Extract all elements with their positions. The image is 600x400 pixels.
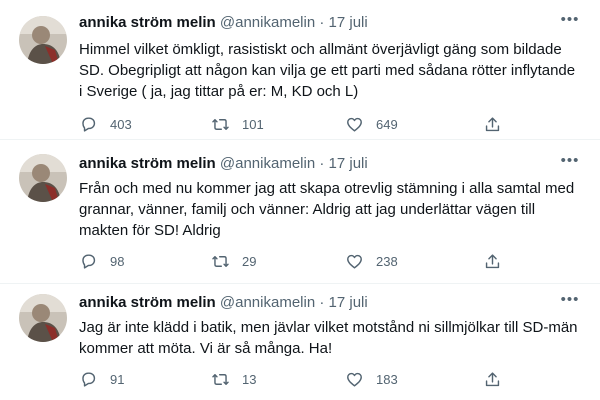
reply-button[interactable]: 98 bbox=[79, 250, 124, 272]
retweet-icon bbox=[211, 115, 230, 134]
tweet-text: Himmel vilket ömkligt, rasistiskt och al… bbox=[79, 41, 576, 100]
avatar[interactable] bbox=[19, 16, 67, 64]
author-handle[interactable]: @annikamelin bbox=[220, 294, 315, 311]
reply-icon bbox=[79, 115, 98, 134]
heart-icon bbox=[345, 115, 364, 134]
like-count: 649 bbox=[376, 116, 398, 132]
like-count: 183 bbox=[376, 371, 398, 387]
reply-count: 403 bbox=[110, 116, 132, 132]
retweet-button[interactable]: 29 bbox=[211, 250, 256, 272]
reply-button[interactable]: 403 bbox=[79, 113, 132, 135]
more-icon[interactable]: ••• bbox=[558, 12, 582, 32]
reply-count: 98 bbox=[110, 253, 125, 269]
tweet-actions: 98 29 238 bbox=[79, 250, 509, 272]
author-handle[interactable]: @annikamelin bbox=[220, 14, 315, 31]
avatar[interactable] bbox=[19, 294, 67, 342]
tweet-date[interactable]: 17 juli bbox=[329, 155, 368, 172]
like-button[interactable]: 649 bbox=[345, 113, 398, 135]
separator: · bbox=[319, 14, 325, 31]
retweet-button[interactable]: 13 bbox=[211, 368, 256, 390]
tweet-actions: 91 13 183 bbox=[79, 368, 509, 390]
share-button[interactable] bbox=[483, 250, 502, 272]
tweet-actions: 403 101 649 bbox=[79, 113, 509, 135]
tweet-date[interactable]: 17 juli bbox=[329, 294, 368, 311]
more-icon[interactable]: ••• bbox=[558, 153, 582, 173]
share-icon bbox=[483, 252, 502, 271]
author-name[interactable]: annika ström melin bbox=[79, 155, 216, 172]
retweet-icon bbox=[211, 252, 230, 271]
heart-icon bbox=[345, 252, 364, 271]
share-icon bbox=[483, 115, 502, 134]
retweet-button[interactable]: 101 bbox=[211, 113, 264, 135]
tweet-text: Från och med nu kommer jag att skapa otr… bbox=[79, 180, 575, 239]
separator: · bbox=[319, 294, 325, 311]
like-button[interactable]: 238 bbox=[345, 250, 398, 272]
tweet[interactable]: annika ström melin @annikamelin · 17 jul… bbox=[0, 0, 600, 140]
author-name[interactable]: annika ström melin bbox=[79, 294, 216, 311]
tweet-date[interactable]: 17 juli bbox=[329, 14, 368, 31]
reply-icon bbox=[79, 252, 98, 271]
author-name[interactable]: annika ström melin bbox=[79, 14, 216, 31]
reply-icon bbox=[79, 370, 98, 389]
more-icon[interactable]: ••• bbox=[558, 292, 582, 312]
like-button[interactable]: 183 bbox=[345, 368, 398, 390]
retweet-icon bbox=[211, 370, 230, 389]
like-count: 238 bbox=[376, 253, 398, 269]
separator: · bbox=[319, 155, 325, 172]
tweet-header: annika ström melin @annikamelin · 17 jul… bbox=[79, 14, 368, 32]
share-button[interactable] bbox=[483, 113, 502, 135]
reply-button[interactable]: 91 bbox=[79, 368, 124, 390]
author-handle[interactable]: @annikamelin bbox=[220, 155, 315, 172]
reply-count: 91 bbox=[110, 371, 125, 387]
tweet[interactable]: annika ström melin @annikamelin · 17 jul… bbox=[0, 140, 600, 284]
heart-icon bbox=[345, 370, 364, 389]
tweet[interactable]: annika ström melin @annikamelin · 17 jul… bbox=[0, 284, 600, 400]
avatar[interactable] bbox=[19, 154, 67, 202]
retweet-count: 29 bbox=[242, 253, 257, 269]
tweet-text: Jag är inte klädd i batik, men jävlar vi… bbox=[79, 319, 578, 357]
tweet-header: annika ström melin @annikamelin · 17 jul… bbox=[79, 294, 368, 312]
share-button[interactable] bbox=[483, 368, 502, 390]
share-icon bbox=[483, 370, 502, 389]
tweet-header: annika ström melin @annikamelin · 17 jul… bbox=[79, 155, 368, 173]
retweet-count: 101 bbox=[242, 116, 264, 132]
retweet-count: 13 bbox=[242, 371, 257, 387]
